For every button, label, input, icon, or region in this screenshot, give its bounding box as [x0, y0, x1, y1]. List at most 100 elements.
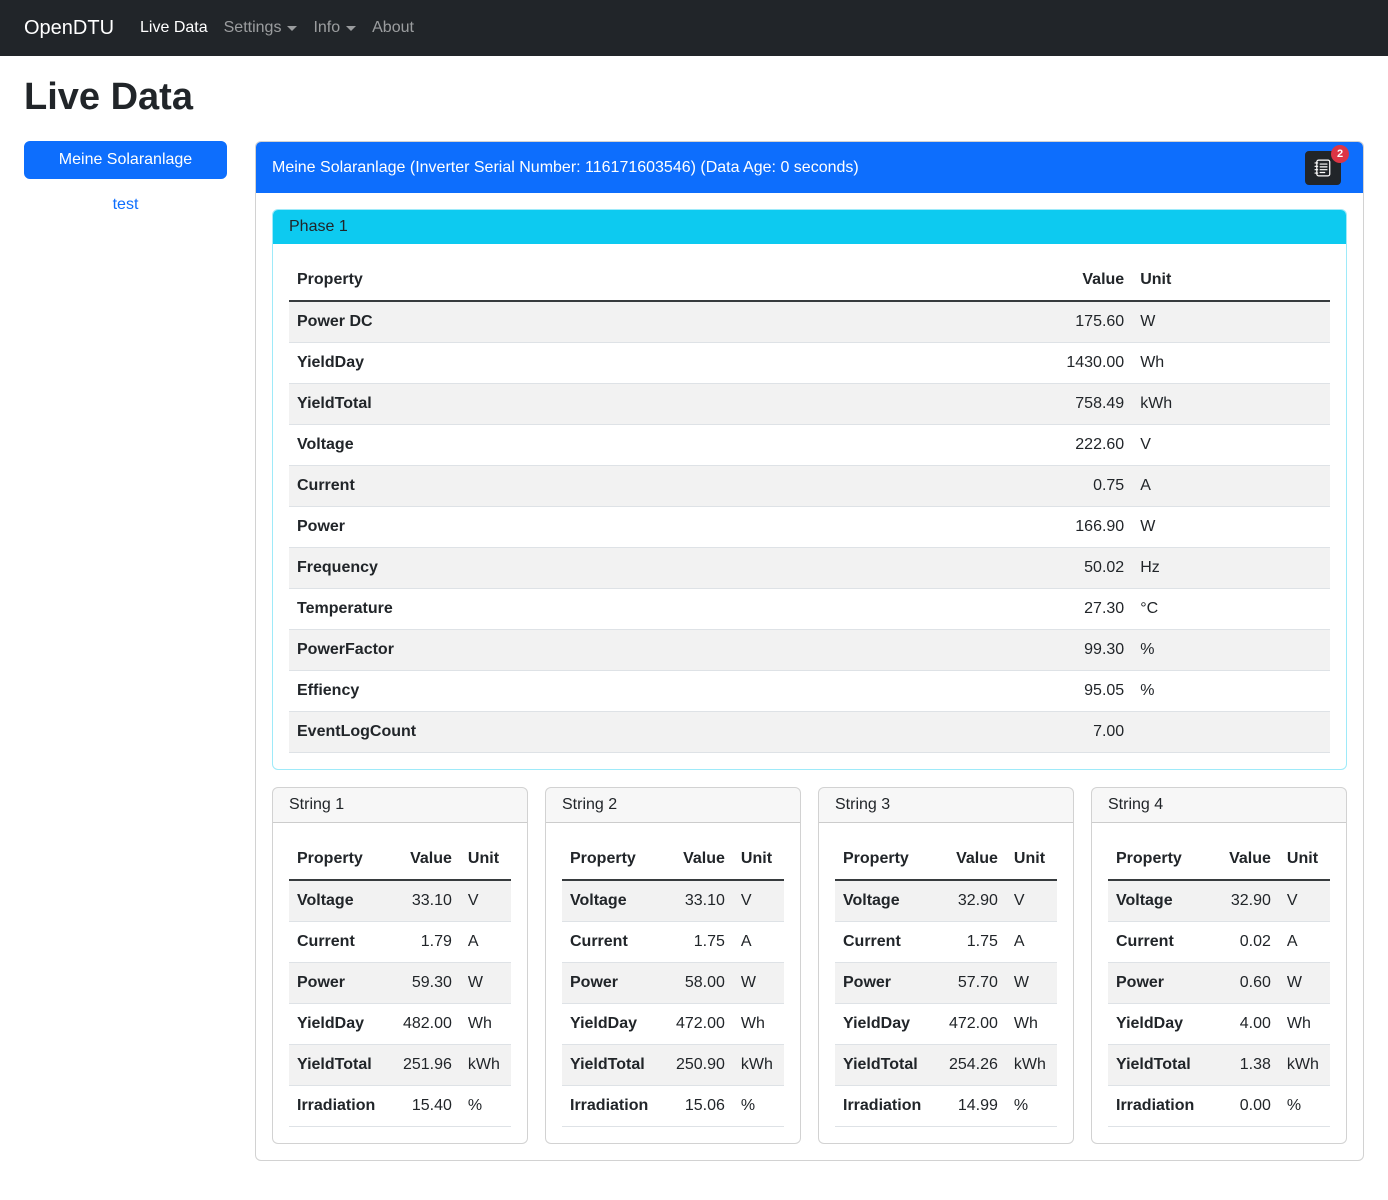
value-cell: 1430.00	[893, 343, 1132, 384]
table-row: YieldTotal250.90kWh	[562, 1045, 784, 1086]
property-cell: Current	[1108, 922, 1210, 963]
string-card: String 3 PropertyValueUnit Voltage32.90V…	[818, 787, 1074, 1144]
table-row: Power166.90W	[289, 507, 1330, 548]
property-cell: Voltage	[835, 880, 937, 922]
table-header-row: PropertyValueUnit	[562, 839, 784, 880]
column-header-unit: Unit	[1279, 839, 1330, 880]
phase-card: Phase 1 PropertyValueUnit Power DC175.60…	[272, 209, 1347, 770]
unit-cell: Wh	[1006, 1004, 1057, 1045]
table-row: Voltage33.10V	[562, 880, 784, 922]
unit-cell: %	[1132, 630, 1330, 671]
nav-item-label: Live Data	[140, 19, 208, 37]
table-row: Current0.75A	[289, 466, 1330, 507]
value-cell: 50.02	[893, 548, 1132, 589]
property-cell: Voltage	[289, 880, 391, 922]
table-row: Current1.75A	[562, 922, 784, 963]
value-cell: 33.10	[391, 880, 460, 922]
table-row: Voltage222.60V	[289, 425, 1330, 466]
value-cell: 222.60	[893, 425, 1132, 466]
nav-item-about[interactable]: About	[372, 11, 414, 45]
value-cell: 1.79	[391, 922, 460, 963]
inverter-link-test[interactable]: test	[24, 196, 227, 214]
column-header-unit: Unit	[460, 839, 511, 880]
chevron-down-icon	[287, 26, 297, 31]
value-cell: 0.60	[1210, 963, 1279, 1004]
value-cell: 482.00	[391, 1004, 460, 1045]
string-card: String 4 PropertyValueUnit Voltage32.90V…	[1091, 787, 1347, 1144]
value-cell: 59.30	[391, 963, 460, 1004]
brand-opendtu[interactable]: OpenDTU	[24, 17, 114, 40]
nav-item-info[interactable]: Info	[313, 11, 356, 45]
property-cell: Irradiation	[289, 1086, 391, 1127]
table-row: Irradiation15.06%	[562, 1086, 784, 1127]
value-cell: 27.30	[893, 589, 1132, 630]
unit-cell: A	[733, 922, 784, 963]
table-row: Irradiation15.40%	[289, 1086, 511, 1127]
value-cell: 15.40	[391, 1086, 460, 1127]
column-header-property: Property	[289, 260, 893, 301]
eventlog-count-badge: 2	[1331, 145, 1349, 163]
unit-cell: %	[1279, 1086, 1330, 1127]
value-cell: 1.38	[1210, 1045, 1279, 1086]
property-cell: Current	[289, 466, 893, 507]
table-row: Voltage32.90V	[835, 880, 1057, 922]
unit-cell: Wh	[733, 1004, 784, 1045]
string-card-title: String 1	[273, 788, 527, 823]
string-card-title: String 2	[546, 788, 800, 823]
column-header-unit: Unit	[1006, 839, 1057, 880]
unit-cell: A	[1279, 922, 1330, 963]
table-row: Temperature27.30°C	[289, 589, 1330, 630]
eventlog-button[interactable]: 2	[1305, 151, 1341, 185]
value-cell: 254.26	[937, 1045, 1006, 1086]
unit-cell: °C	[1132, 589, 1330, 630]
property-cell: YieldDay	[562, 1004, 664, 1045]
nav-item-settings[interactable]: Settings	[224, 11, 298, 45]
value-cell: 251.96	[391, 1045, 460, 1086]
unit-cell: A	[460, 922, 511, 963]
value-cell: 1.75	[937, 922, 1006, 963]
property-cell: Power	[835, 963, 937, 1004]
table-header-row: PropertyValueUnit	[289, 839, 511, 880]
property-cell: Temperature	[289, 589, 893, 630]
nav-item-label: About	[372, 19, 414, 37]
unit-cell	[1132, 712, 1330, 753]
table-row: YieldTotal251.96kWh	[289, 1045, 511, 1086]
table-row: Effiency95.05%	[289, 671, 1330, 712]
unit-cell: Hz	[1132, 548, 1330, 589]
table-row: YieldTotal1.38kWh	[1108, 1045, 1330, 1086]
table-row: EventLogCount7.00	[289, 712, 1330, 753]
unit-cell: %	[460, 1086, 511, 1127]
inverter-sidebar: Meine Solaranlage test	[24, 141, 227, 214]
property-cell: Effiency	[289, 671, 893, 712]
property-cell: YieldTotal	[289, 1045, 391, 1086]
property-cell: YieldTotal	[1108, 1045, 1210, 1086]
main-content: Meine Solaranlage (Inverter Serial Numbe…	[255, 141, 1364, 1161]
inverter-select-button[interactable]: Meine Solaranlage	[24, 141, 227, 179]
unit-cell: Wh	[1132, 343, 1330, 384]
nav-item-live-data[interactable]: Live Data	[140, 11, 208, 45]
string-card: String 2 PropertyValueUnit Voltage33.10V…	[545, 787, 801, 1144]
unit-cell: W	[1006, 963, 1057, 1004]
unit-cell: W	[733, 963, 784, 1004]
table-row: Voltage33.10V	[289, 880, 511, 922]
value-cell: 14.99	[937, 1086, 1006, 1127]
chevron-down-icon	[346, 26, 356, 31]
unit-cell: kWh	[733, 1045, 784, 1086]
property-cell: Irradiation	[1108, 1086, 1210, 1127]
unit-cell: Wh	[460, 1004, 511, 1045]
column-header-value: Value	[937, 839, 1006, 880]
property-cell: PowerFactor	[289, 630, 893, 671]
value-cell: 57.70	[937, 963, 1006, 1004]
unit-cell: W	[1132, 301, 1330, 343]
unit-cell: kWh	[1132, 384, 1330, 425]
unit-cell: W	[1132, 507, 1330, 548]
property-cell: Current	[562, 922, 664, 963]
nav-item-label: Settings	[224, 19, 282, 37]
value-cell: 58.00	[664, 963, 733, 1004]
value-cell: 32.90	[937, 880, 1006, 922]
table-row: YieldTotal758.49kWh	[289, 384, 1330, 425]
table-row: YieldDay4.00Wh	[1108, 1004, 1330, 1045]
string-table: PropertyValueUnit Voltage32.90VCurrent0.…	[1108, 839, 1330, 1127]
property-cell: YieldTotal	[562, 1045, 664, 1086]
value-cell: 472.00	[937, 1004, 1006, 1045]
